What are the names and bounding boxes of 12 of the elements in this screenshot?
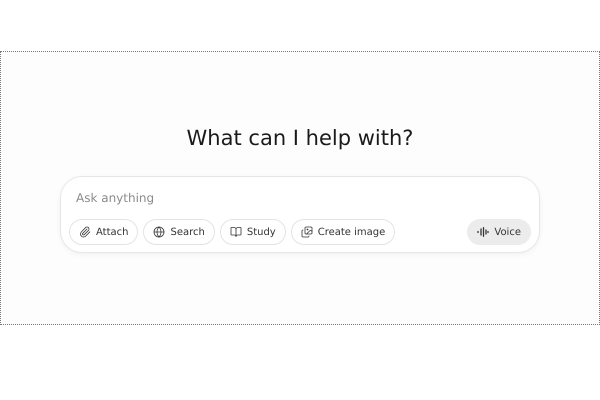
tool-button[interactable]: Study <box>220 219 286 245</box>
tool-button[interactable]: Attach <box>69 219 138 245</box>
waveform-icon <box>477 227 490 237</box>
tool-button[interactable]: Search <box>143 219 215 245</box>
book-icon <box>230 226 242 238</box>
voice-button[interactable]: Voice <box>467 219 531 245</box>
heading: What can I help with? <box>186 126 414 150</box>
paperclip-icon <box>79 226 91 238</box>
images-icon <box>300 226 313 238</box>
tool-button[interactable]: Create image <box>290 219 396 245</box>
prompt-input[interactable]: Ask anything <box>69 189 383 207</box>
globe-icon <box>153 226 166 238</box>
